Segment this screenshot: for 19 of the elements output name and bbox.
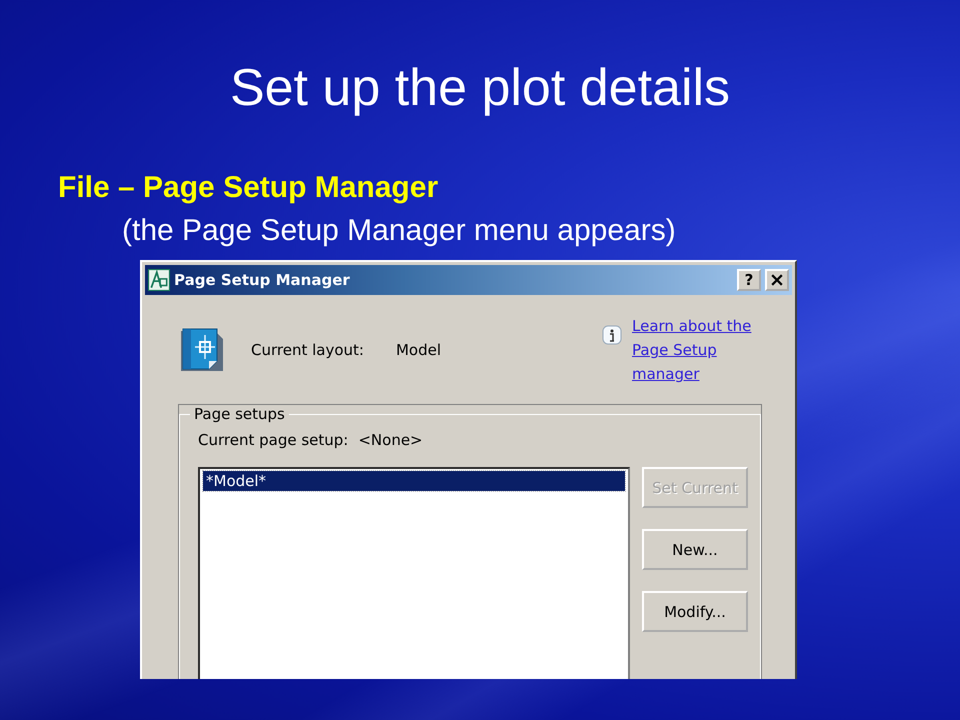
app-icon [148,269,170,291]
help-link[interactable]: Learn about the Page Setup manager [632,314,782,386]
close-icon [771,274,783,286]
info-icon [602,325,622,347]
current-setup-value: <None> [358,431,423,449]
drawing-file-icon [179,327,225,373]
list-item[interactable]: *Model* [203,471,625,491]
current-layout-label: Current layout: [251,341,364,359]
bullet-text: File – Page Setup Manager [58,170,440,206]
window-title: Page Setup Manager [174,271,350,289]
slide-title: Set up the plot details [228,58,732,119]
current-layout-value: Model [396,341,442,359]
current-setup-label: Current page setup: [198,431,348,449]
close-button[interactable] [765,269,789,291]
dialog-button[interactable]: New... [642,529,748,570]
dialog-button[interactable]: Modify... [642,591,748,632]
group-legend: Page setups [190,405,289,423]
sub-bullet-text: (the Page Setup Manager menu appears) [122,213,677,249]
help-button[interactable]: ? [737,269,761,291]
